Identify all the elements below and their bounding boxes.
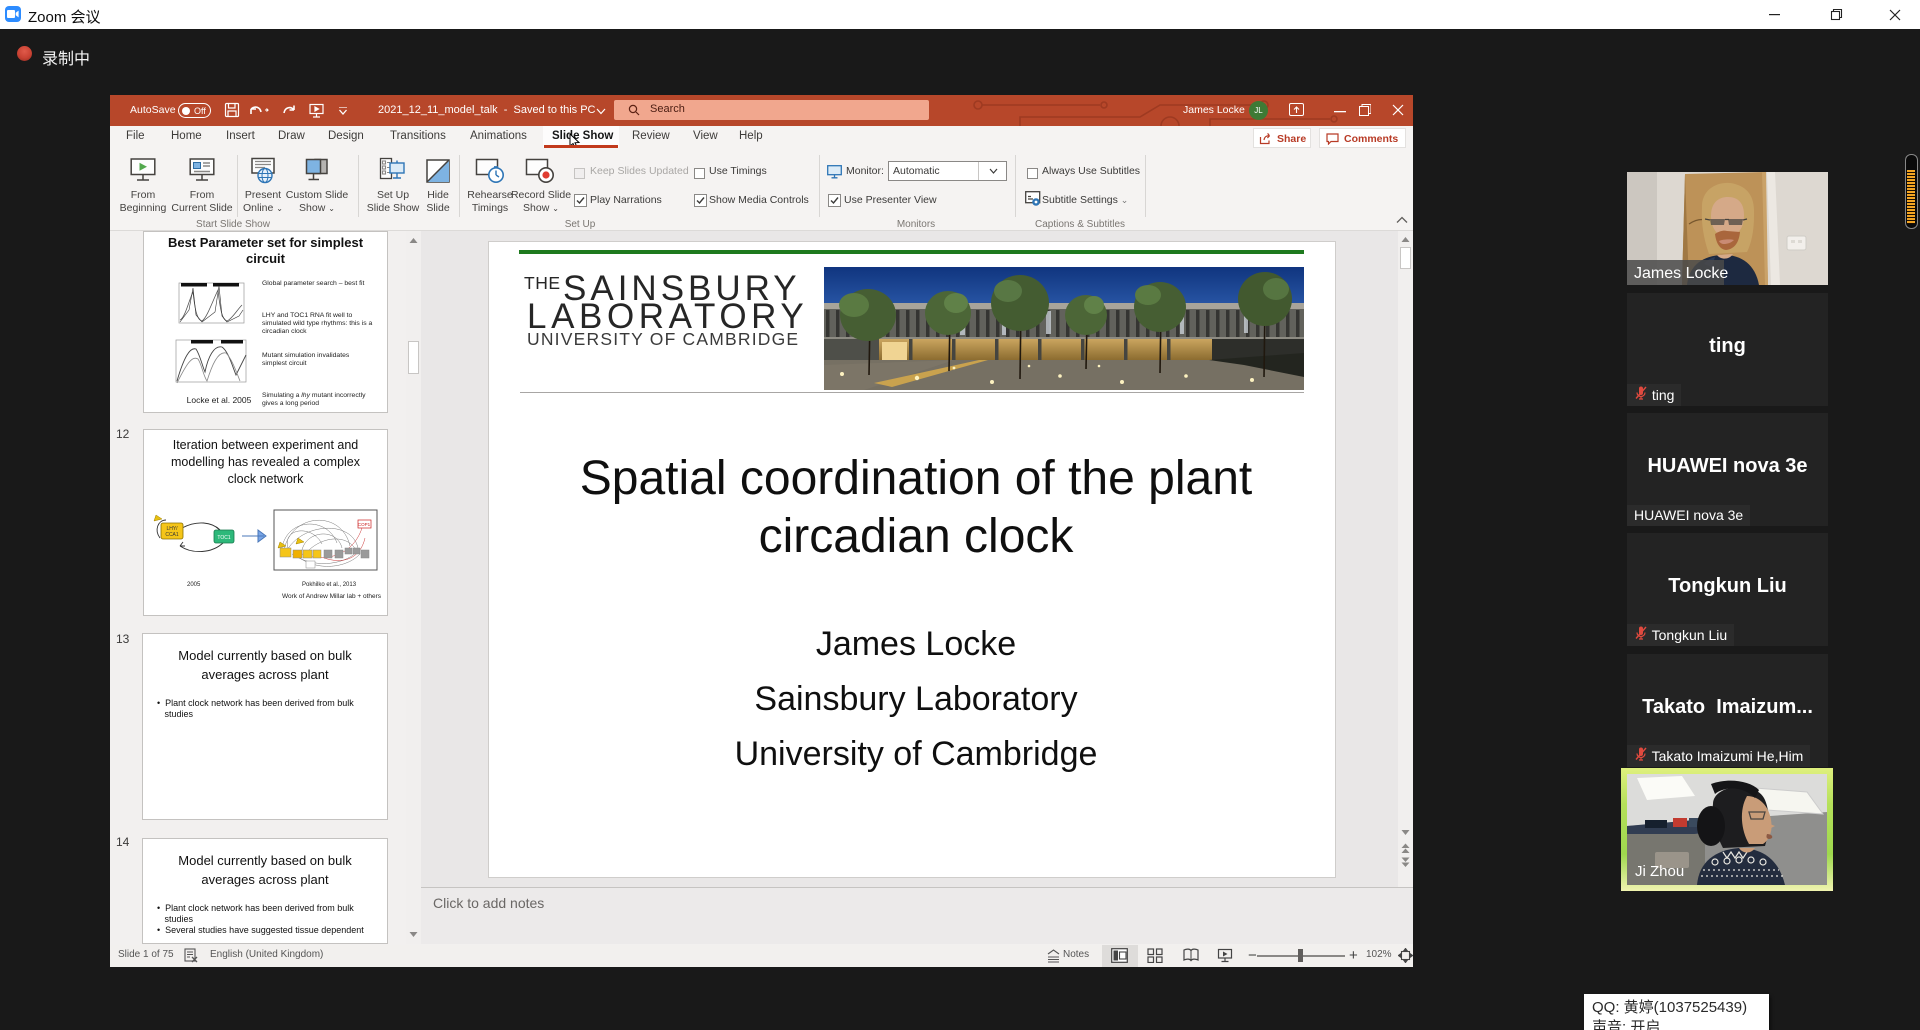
svg-text:CCA1: CCA1 (165, 532, 179, 538)
svg-text:Ji Zhou: Ji Zhou (1635, 863, 1684, 880)
svg-text:Work of Andrew Millar lab + ot: Work of Andrew Millar lab + others (282, 593, 381, 600)
svg-text:TOC1: TOC1 (217, 535, 230, 541)
svg-text:James Locke: James Locke (1634, 265, 1728, 282)
svg-text:COP1: COP1 (358, 522, 371, 527)
svg-text:Pokhilko et al., 2013: Pokhilko et al., 2013 (302, 582, 357, 588)
svg-text:2005: 2005 (187, 582, 201, 588)
